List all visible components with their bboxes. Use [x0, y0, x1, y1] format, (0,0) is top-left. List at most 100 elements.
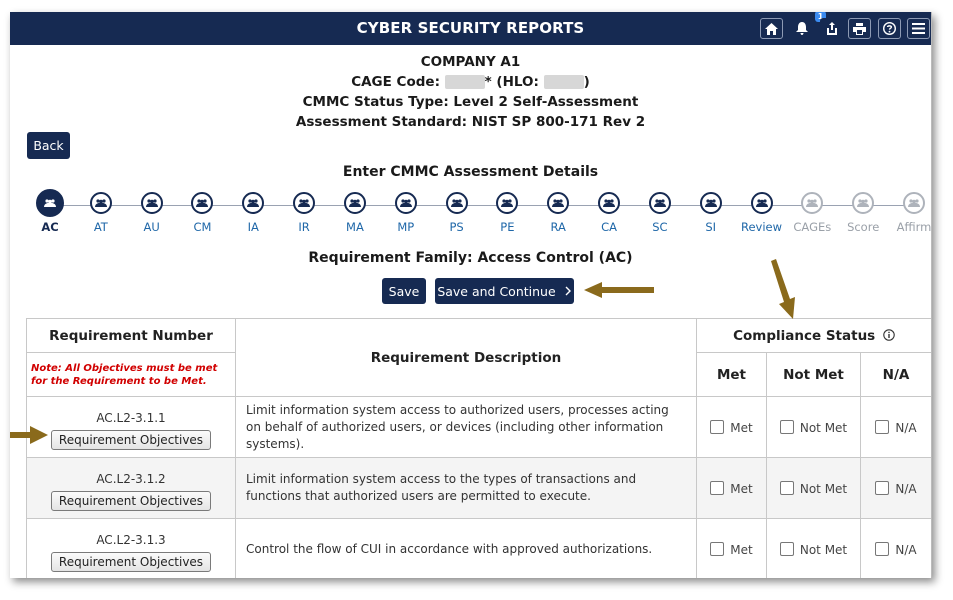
requirement-number: AC.L2-3.1.1 [96, 410, 166, 425]
na-option[interactable]: N/A [860, 396, 931, 458]
not-met-label: Not Met [799, 481, 848, 496]
step-label: Affirm [896, 220, 932, 234]
not-met-checkbox[interactable] [779, 542, 794, 556]
header-requirement-description: Requirement Description [235, 318, 697, 397]
step-people-icon [89, 192, 112, 214]
company-name: COMPANY A1 [420, 54, 521, 70]
na-label: N/A [895, 481, 917, 496]
header-compliance-status: Compliance Status [696, 318, 931, 353]
step-people-icon [140, 192, 163, 214]
step-people-icon [445, 192, 468, 214]
na-label: N/A [895, 543, 917, 557]
step-people-icon [293, 192, 316, 214]
step-affirm[interactable]: Affirm [884, 192, 932, 234]
na-checkbox[interactable] [875, 480, 890, 495]
requirement-objectives-button[interactable]: Requirement Objectives [50, 490, 212, 511]
not-met-option[interactable]: Not Met [766, 396, 861, 458]
table-row: AC.L2-3.1.3 Requirement Objectives Control… [26, 518, 931, 578]
met-label: Met [730, 481, 753, 496]
step-people-icon [547, 192, 570, 214]
requirement-number-cell: AC.L2-3.1.3 Requirement Objectives [26, 518, 236, 578]
save-button[interactable]: Save [382, 278, 426, 304]
compliance-status-label: Compliance Status [733, 327, 876, 344]
objectives-note: Note: All Objectives must be met for the… [26, 352, 236, 397]
share-button[interactable] [820, 18, 843, 39]
met-checkbox[interactable] [710, 480, 725, 495]
table-row: AC.L2-3.1.1 Requirement Objectives Limit i… [26, 396, 931, 458]
na-option[interactable]: N/A [860, 518, 931, 578]
cage-label: CAGE Code: [351, 74, 440, 90]
bell-icon [795, 22, 808, 35]
section-title: Enter CMMC Assessment Details [342, 164, 599, 180]
callout-arrow-compliance [771, 259, 795, 319]
step-people-icon [801, 192, 824, 214]
table-row: AC.L2-3.1.2 Requirement Objectives Limit i… [26, 457, 931, 519]
header-na: N/A [860, 352, 931, 397]
step-people-icon [394, 192, 417, 214]
met-checkbox[interactable] [710, 542, 725, 556]
step-people-icon [496, 192, 519, 214]
not-met-option[interactable]: Not Met [766, 518, 861, 578]
header-requirement-number: Requirement Number [26, 318, 236, 353]
top-bar: CYBER SECURITY REPORTS 1 [10, 12, 931, 45]
requirement-number: AC.L2-3.1.3 [96, 533, 166, 547]
requirement-number: AC.L2-3.1.2 [96, 471, 166, 486]
back-button[interactable]: Back [27, 132, 70, 159]
na-checkbox[interactable] [875, 419, 890, 434]
home-button[interactable] [760, 18, 783, 39]
company-info: COMPANY A1 CAGE Code: * (HLO: ) CMMC Sta… [10, 52, 931, 132]
header-not-met: Not Met [766, 352, 861, 397]
save-and-continue-button[interactable]: Save and Continue [435, 278, 574, 304]
info-icon[interactable] [883, 328, 895, 341]
callout-arrow-objectives [10, 426, 48, 444]
met-option[interactable]: Met [696, 457, 767, 519]
share-icon [826, 22, 837, 35]
step-people-icon [699, 192, 722, 214]
step-people-icon [242, 192, 265, 214]
help-icon [883, 22, 896, 35]
step-people-icon [648, 192, 671, 214]
redacted-hlo-code [543, 75, 584, 89]
help-button[interactable] [878, 18, 901, 39]
requirement-objectives-button[interactable]: Requirement Objectives [50, 552, 212, 572]
hlo-close: ) [583, 74, 590, 90]
requirement-objectives-button[interactable]: Requirement Objectives [50, 429, 212, 450]
requirements-table: Requirement Number Requirement Descripti… [26, 318, 931, 578]
step-people-icon [191, 192, 214, 214]
hlo-label: * (HLO: [484, 74, 539, 90]
met-label: Met [730, 543, 753, 557]
cage-code-line: CAGE Code: * (HLO: ) [10, 72, 931, 92]
requirement-number-cell: AC.L2-3.1.2 Requirement Objectives [26, 457, 236, 519]
step-people-icon [598, 192, 621, 214]
met-option[interactable]: Met [696, 518, 767, 578]
menu-button[interactable] [907, 18, 930, 39]
menu-icon [912, 23, 925, 34]
callout-arrow-save-continue [584, 282, 654, 298]
na-checkbox[interactable] [875, 542, 890, 556]
not-met-option[interactable]: Not Met [766, 457, 861, 519]
chevron-right-icon [565, 286, 571, 296]
cmmc-status-line: CMMC Status Type: Level 2 Self-Assessmen… [302, 94, 639, 110]
na-label: N/A [895, 420, 917, 435]
step-people-icon [36, 189, 64, 217]
not-met-label: Not Met [799, 543, 848, 557]
not-met-checkbox[interactable] [779, 419, 794, 434]
requirement-number-cell: AC.L2-3.1.1 Requirement Objectives [26, 396, 236, 458]
met-option[interactable]: Met [696, 396, 767, 458]
met-checkbox[interactable] [710, 419, 725, 434]
requirement-description: Control the flow of CUI in accordance wi… [235, 518, 697, 578]
assessment-standard-line: Assessment Standard: NIST SP 800-171 Rev… [295, 114, 646, 130]
print-button[interactable] [848, 18, 871, 39]
met-label: Met [730, 420, 753, 435]
redacted-cage-code [444, 75, 485, 89]
home-icon [765, 22, 778, 35]
not-met-label: Not Met [799, 420, 848, 435]
family-stepper: AC AT AU CM IA IR MA MP PS PE RA CA SC SI Review CAGEs S… [10, 189, 932, 242]
notifications-button[interactable] [790, 18, 813, 39]
step-people-icon [903, 192, 925, 214]
not-met-checkbox[interactable] [779, 480, 794, 495]
step-people-icon [343, 192, 366, 214]
na-option[interactable]: N/A [860, 457, 931, 519]
step-people-icon [750, 192, 773, 214]
requirement-description: Limit information system access to autho… [235, 396, 697, 458]
